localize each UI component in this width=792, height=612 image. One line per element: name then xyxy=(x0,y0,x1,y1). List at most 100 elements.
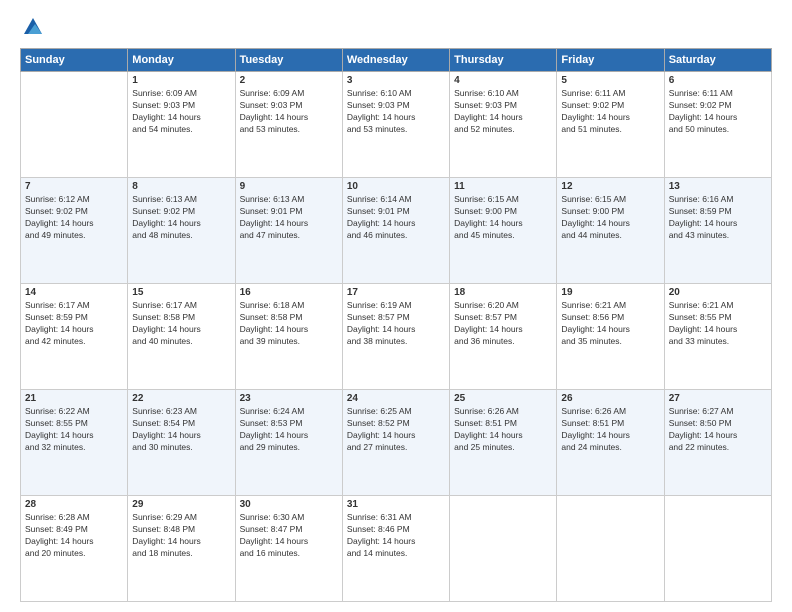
day-info: Sunrise: 6:11 AM Sunset: 9:02 PM Dayligh… xyxy=(669,88,767,136)
day-info: Sunrise: 6:16 AM Sunset: 8:59 PM Dayligh… xyxy=(669,194,767,242)
header-friday: Friday xyxy=(557,49,664,72)
day-info: Sunrise: 6:14 AM Sunset: 9:01 PM Dayligh… xyxy=(347,194,445,242)
table-row: 13 Sunrise: 6:16 AM Sunset: 8:59 PM Dayli… xyxy=(664,178,771,284)
day-number: 13 xyxy=(669,181,767,192)
day-info: Sunrise: 6:10 AM Sunset: 9:03 PM Dayligh… xyxy=(454,88,552,136)
table-row: 1Sunrise: 6:09 AM Sunset: 9:03 PM Daylig… xyxy=(128,72,235,178)
day-info: Sunrise: 6:21 AM Sunset: 8:56 PM Dayligh… xyxy=(561,300,659,348)
day-info: Sunrise: 6:25 AM Sunset: 8:52 PM Dayligh… xyxy=(347,406,445,454)
table-row xyxy=(557,496,664,602)
table-row: 14 Sunrise: 6:17 AM Sunset: 8:59 PM Dayli… xyxy=(21,284,128,390)
day-number: 3 xyxy=(347,75,445,86)
table-row: 9 Sunrise: 6:13 AM Sunset: 9:01 PM Daylig… xyxy=(235,178,342,284)
week-row-1: 1 Sunrise: 6:09 AM Sunset: 9:03 PM Daylig… xyxy=(21,72,772,178)
day-number: 11 xyxy=(454,181,552,192)
day-info: Sunrise: 6:28 AM Sunset: 8:49 PM Dayligh… xyxy=(25,512,123,560)
header-thursday: Thursday xyxy=(450,49,557,72)
page: Sunday Monday Tuesday Wednesday Thursday… xyxy=(0,0,792,612)
header-wednesday: Wednesday xyxy=(342,49,449,72)
table-row: 17 Sunrise: 6:19 AM Sunset: 8:57 PM Dayli… xyxy=(342,284,449,390)
week-row-3: 14 Sunrise: 6:17 AM Sunset: 8:59 PM Dayli… xyxy=(21,284,772,390)
day-info: Sunrise: 6:18 AM Sunset: 8:58 PM Dayligh… xyxy=(240,300,338,348)
day-info: Sunrise: 6:31 AM Sunset: 8:46 PM Dayligh… xyxy=(347,512,445,560)
day-number: 4 xyxy=(454,75,552,86)
day-number: 29 xyxy=(132,499,230,510)
table-row: 18 Sunrise: 6:20 AM Sunset: 8:57 PM Dayli… xyxy=(450,284,557,390)
table-row: 29 Sunrise: 6:29 AM Sunset: 8:48 PM Dayli… xyxy=(128,496,235,602)
day-number: 7 xyxy=(25,181,123,192)
table-row: 23 Sunrise: 6:24 AM Sunset: 8:53 PM Dayli… xyxy=(235,390,342,496)
table-row xyxy=(450,496,557,602)
day-number: 17 xyxy=(347,287,445,298)
day-info: Sunrise: 6:10 AM Sunset: 9:03 PM Dayligh… xyxy=(347,88,445,136)
day-number: 9 xyxy=(240,181,338,192)
header-saturday: Saturday xyxy=(664,49,771,72)
table-row: 26 Sunrise: 6:26 AM Sunset: 8:51 PM Dayli… xyxy=(557,390,664,496)
day-number: 16 xyxy=(240,287,338,298)
week-row-4: 21 Sunrise: 6:22 AM Sunset: 8:55 PM Dayli… xyxy=(21,390,772,496)
table-row: 16 Sunrise: 6:18 AM Sunset: 8:58 PM Dayli… xyxy=(235,284,342,390)
table-row: 20 Sunrise: 6:21 AM Sunset: 8:55 PM Dayli… xyxy=(664,284,771,390)
day-info: Sunrise: 6:13 AM Sunset: 9:01 PM Dayligh… xyxy=(240,194,338,242)
day-number: 10 xyxy=(347,181,445,192)
day-number: 24 xyxy=(347,393,445,404)
table-row: 19 Sunrise: 6:21 AM Sunset: 8:56 PM Dayli… xyxy=(557,284,664,390)
day-number: 1 xyxy=(132,75,230,86)
header-sunday: Sunday xyxy=(21,49,128,72)
day-number: 31 xyxy=(347,499,445,510)
table-row: 27 Sunrise: 6:27 AM Sunset: 8:50 PM Dayli… xyxy=(664,390,771,496)
day-info: Sunrise: 6:22 AM Sunset: 8:55 PM Dayligh… xyxy=(25,406,123,454)
calendar-table: Sunday Monday Tuesday Wednesday Thursday… xyxy=(20,48,772,602)
day-info: Sunrise: 6:15 AM Sunset: 9:00 PM Dayligh… xyxy=(454,194,552,242)
logo-icon xyxy=(22,16,44,38)
day-info: Sunrise: 6:15 AM Sunset: 9:00 PM Dayligh… xyxy=(561,194,659,242)
day-info: Sunrise: 6:09 AM Sunset: 9:03 PM Dayligh… xyxy=(240,88,338,136)
table-row xyxy=(21,72,128,178)
table-row: 30Sunrise: 6:30 AM Sunset: 8:47 PM Dayli… xyxy=(235,496,342,602)
day-number: 2 xyxy=(240,75,338,86)
table-row: 21 Sunrise: 6:22 AM Sunset: 8:55 PM Dayli… xyxy=(21,390,128,496)
table-row xyxy=(664,496,771,602)
table-row: 7Sunrise: 6:12 AM Sunset: 9:02 PM Daylig… xyxy=(21,178,128,284)
day-info: Sunrise: 6:23 AM Sunset: 8:54 PM Dayligh… xyxy=(132,406,230,454)
day-number: 25 xyxy=(454,393,552,404)
table-row: 10 Sunrise: 6:14 AM Sunset: 9:01 PM Dayli… xyxy=(342,178,449,284)
day-info: Sunrise: 6:30 AM Sunset: 8:47 PM Dayligh… xyxy=(240,512,338,560)
table-row: 31 Sunrise: 6:31 AM Sunset: 8:46 PM Dayli… xyxy=(342,496,449,602)
day-info: Sunrise: 6:26 AM Sunset: 8:51 PM Dayligh… xyxy=(561,406,659,454)
header-monday: Monday xyxy=(128,49,235,72)
day-number: 26 xyxy=(561,393,659,404)
table-row: 8Sunrise: 6:13 AM Sunset: 9:02 PM Daylig… xyxy=(128,178,235,284)
day-number: 15 xyxy=(132,287,230,298)
day-info: Sunrise: 6:19 AM Sunset: 8:57 PM Dayligh… xyxy=(347,300,445,348)
day-number: 18 xyxy=(454,287,552,298)
calendar-header-row: Sunday Monday Tuesday Wednesday Thursday… xyxy=(21,49,772,72)
day-info: Sunrise: 6:24 AM Sunset: 8:53 PM Dayligh… xyxy=(240,406,338,454)
day-info: Sunrise: 6:17 AM Sunset: 8:58 PM Dayligh… xyxy=(132,300,230,348)
header xyxy=(20,16,772,38)
table-row: 4 Sunrise: 6:10 AM Sunset: 9:03 PM Daylig… xyxy=(450,72,557,178)
day-number: 14 xyxy=(25,287,123,298)
day-info: Sunrise: 6:11 AM Sunset: 9:02 PM Dayligh… xyxy=(561,88,659,136)
table-row: 11 Sunrise: 6:15 AM Sunset: 9:00 PM Dayli… xyxy=(450,178,557,284)
header-tuesday: Tuesday xyxy=(235,49,342,72)
day-number: 23 xyxy=(240,393,338,404)
day-info: Sunrise: 6:29 AM Sunset: 8:48 PM Dayligh… xyxy=(132,512,230,560)
table-row: 3 Sunrise: 6:10 AM Sunset: 9:03 PM Daylig… xyxy=(342,72,449,178)
day-number: 21 xyxy=(25,393,123,404)
day-info: Sunrise: 6:21 AM Sunset: 8:55 PM Dayligh… xyxy=(669,300,767,348)
table-row: 12 Sunrise: 6:15 AM Sunset: 9:00 PM Dayli… xyxy=(557,178,664,284)
table-row: 6Sunrise: 6:11 AM Sunset: 9:02 PM Daylig… xyxy=(664,72,771,178)
week-row-2: 7Sunrise: 6:12 AM Sunset: 9:02 PM Daylig… xyxy=(21,178,772,284)
day-number: 12 xyxy=(561,181,659,192)
day-number: 20 xyxy=(669,287,767,298)
day-number: 27 xyxy=(669,393,767,404)
table-row: 22Sunrise: 6:23 AM Sunset: 8:54 PM Dayli… xyxy=(128,390,235,496)
day-info: Sunrise: 6:27 AM Sunset: 8:50 PM Dayligh… xyxy=(669,406,767,454)
table-row: 15 Sunrise: 6:17 AM Sunset: 8:58 PM Dayli… xyxy=(128,284,235,390)
table-row: 2 Sunrise: 6:09 AM Sunset: 9:03 PM Daylig… xyxy=(235,72,342,178)
day-info: Sunrise: 6:13 AM Sunset: 9:02 PM Dayligh… xyxy=(132,194,230,242)
day-info: Sunrise: 6:20 AM Sunset: 8:57 PM Dayligh… xyxy=(454,300,552,348)
day-info: Sunrise: 6:17 AM Sunset: 8:59 PM Dayligh… xyxy=(25,300,123,348)
day-number: 19 xyxy=(561,287,659,298)
